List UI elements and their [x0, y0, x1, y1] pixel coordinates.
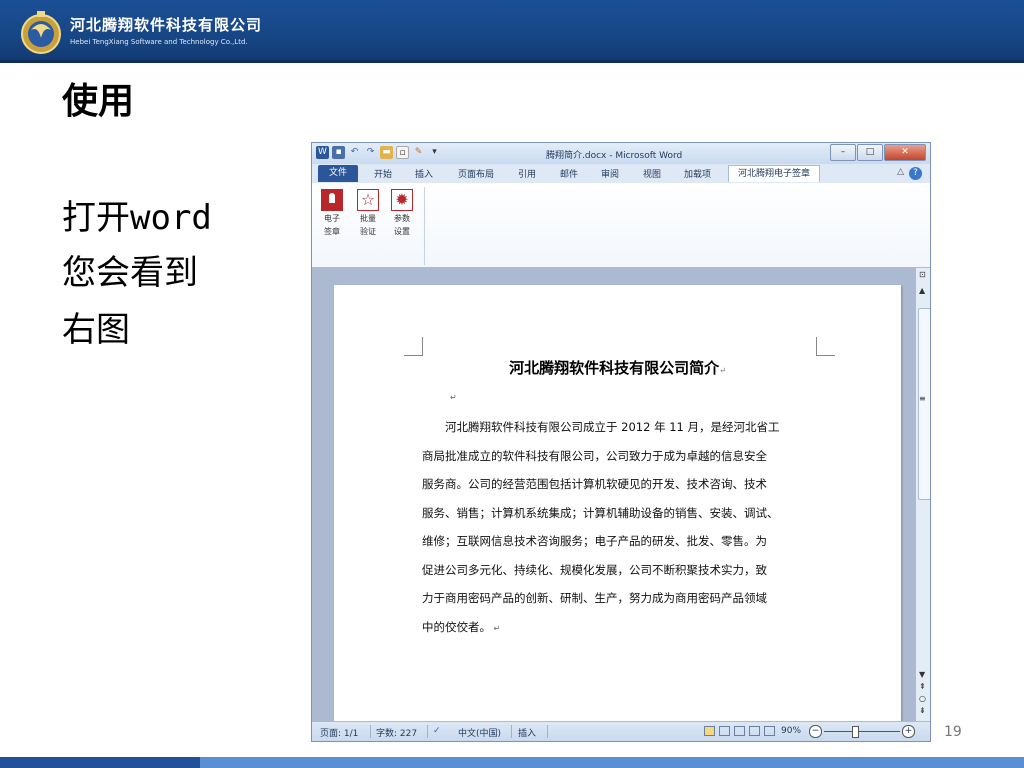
document-line: 中的佼佼者。 ↵	[422, 619, 501, 634]
word-app-icon[interactable]: W	[316, 146, 329, 159]
footer-accent	[0, 757, 200, 768]
window-controls: – □ ✕	[830, 144, 926, 161]
vertical-scrollbar[interactable]: ⊡ ▲ ≡ ▼ ⇞ ○ ⇟	[915, 268, 930, 721]
word-window: W ▪ ↶ ↷ ▬ ▫ ✎ ▾ 腾翔简介.docx - Microsoft Wo…	[311, 142, 931, 742]
crop-mark-right	[816, 337, 835, 356]
status-divider	[547, 725, 548, 738]
slide-page-number: 19	[944, 724, 962, 740]
ribbon-label: 验证	[360, 227, 376, 236]
next-page-icon[interactable]: ⇟	[919, 706, 926, 715]
bullet-right-figure: 右图	[62, 310, 130, 350]
ribbon-label: 设置	[394, 227, 410, 236]
zoom-out-icon[interactable]: −	[809, 725, 822, 738]
scroll-down-icon[interactable]: ▼	[919, 670, 925, 679]
proofing-icon[interactable]: ✓	[433, 726, 441, 736]
outline-icon[interactable]	[749, 726, 760, 736]
page-count[interactable]: 页面: 1/1	[320, 726, 358, 739]
ribbon-label: 批量	[360, 214, 376, 223]
ruler-toggle-icon[interactable]: ⊡	[919, 270, 926, 279]
header-divider	[0, 60, 1024, 63]
zoom-slider-thumb[interactable]	[852, 726, 859, 738]
document-line: 力于商用密码产品的创新、研制、生产，努力成为商用密码产品领域	[422, 591, 767, 605]
document-line: 商局批准成立的软件科技有限公司，公司致力于成为卓越的信息安全	[422, 448, 767, 463]
full-screen-reading-icon[interactable]	[719, 726, 730, 736]
document-area: 河北腾翔软件科技有限公司简介↵ ↵ 河北腾翔软件科技有限公司成立于 2012 年…	[312, 268, 915, 725]
tab-addins[interactable]: 加载项	[684, 167, 711, 180]
ribbon-label: 签章	[324, 227, 340, 236]
ribbon-tabs: 文件 开始 插入 页面布局 引用 邮件 审阅 视图 加载项 河北腾翔电子签章 △…	[312, 164, 930, 183]
slide-title: 使用	[62, 81, 135, 122]
company-name-en: Hebei TengXiang Software and Technology …	[70, 38, 248, 46]
ribbon-label: 电子	[324, 214, 340, 223]
document-line: 服务、销售；计算机系统集成；计算机辅助设备的销售、安装、调试、	[422, 505, 779, 520]
language-indicator[interactable]: 中文(中国)	[458, 726, 501, 739]
save-icon[interactable]: ▪	[332, 146, 345, 159]
seal-icon	[321, 189, 343, 211]
bullet-you-will-see: 您会看到	[62, 253, 198, 293]
tab-file[interactable]: 文件	[318, 165, 358, 182]
previous-page-icon[interactable]: ⇞	[919, 682, 926, 691]
help-icon[interactable]: ?	[909, 167, 922, 180]
ribbon-label: 参数	[394, 214, 410, 223]
window-title: 腾翔简介.docx - Microsoft Word	[546, 151, 683, 161]
gear-settings-icon: ✹	[391, 189, 413, 211]
company-name-cn: 河北腾翔软件科技有限公司	[70, 16, 263, 34]
bullet-open-word: 打开word	[62, 198, 212, 238]
crop-mark-left	[404, 337, 423, 356]
status-bar: 页面: 1/1 字数: 227 ✓ 中文(中国) 插入 90% − +	[312, 721, 930, 741]
undo-icon[interactable]: ↶	[348, 146, 361, 159]
tab-home[interactable]: 开始	[374, 167, 392, 180]
scroll-thumb[interactable]	[918, 308, 930, 500]
scroll-up-icon[interactable]: ▲	[919, 286, 925, 295]
customize-toolbar-icon[interactable]: ▾	[428, 146, 441, 159]
draft-icon[interactable]	[764, 726, 775, 736]
word-titlebar: W ▪ ↶ ↷ ▬ ▫ ✎ ▾ 腾翔简介.docx - Microsoft Wo…	[312, 143, 930, 164]
star-verify-icon: ☆	[357, 189, 379, 211]
tab-mailings[interactable]: 邮件	[560, 167, 578, 180]
document-line: 促进公司多元化、持续化、规模化发展，公司不断积聚技术实力，致	[422, 562, 767, 577]
status-divider	[427, 725, 428, 738]
tab-electronic-seal[interactable]: 河北腾翔电子签章	[728, 165, 820, 182]
scroll-grip-icon: ≡	[919, 394, 926, 403]
document-line: 河北腾翔软件科技有限公司成立于 2012 年 11 月，是经河北省工	[445, 420, 780, 434]
redo-icon[interactable]: ↷	[364, 146, 377, 159]
word-keyword: word	[130, 198, 212, 238]
tab-page-layout[interactable]: 页面布局	[458, 167, 494, 180]
print-layout-icon[interactable]	[704, 726, 715, 736]
electronic-seal-button[interactable]: 电子 签章	[318, 189, 346, 237]
document-page[interactable]: 河北腾翔软件科技有限公司简介↵ ↵ 河北腾翔软件科技有限公司成立于 2012 年…	[334, 285, 901, 725]
tab-review[interactable]: 审阅	[601, 167, 619, 180]
document-heading: 河北腾翔软件科技有限公司简介↵	[509, 359, 726, 377]
ribbon-panel: 电子 签章 ☆ 批量 验证 ✹ 参数 设置	[312, 183, 930, 268]
document-line: 维修；互联网信息技术咨询服务；电子产品的研发、批发、零售。为	[422, 534, 767, 548]
tab-references[interactable]: 引用	[518, 167, 536, 180]
parameter-settings-button[interactable]: ✹ 参数 设置	[388, 189, 416, 237]
batch-verify-button[interactable]: ☆ 批量 验证	[354, 189, 382, 237]
web-layout-icon[interactable]	[734, 726, 745, 736]
tab-insert[interactable]: 插入	[415, 167, 433, 180]
minimize-icon[interactable]: –	[830, 144, 856, 161]
status-divider	[370, 725, 371, 738]
close-icon[interactable]: ✕	[884, 144, 926, 161]
insert-mode[interactable]: 插入	[518, 726, 536, 739]
open-folder-icon[interactable]: ▬	[380, 146, 393, 159]
word-count[interactable]: 字数: 227	[376, 726, 417, 739]
quick-access-toolbar: W ▪ ↶ ↷ ▬ ▫ ✎ ▾	[316, 146, 441, 159]
paragraph-mark: ↵	[450, 393, 457, 402]
zoom-slider[interactable]	[824, 731, 900, 732]
tab-view[interactable]: 视图	[643, 167, 661, 180]
document-body: 河北腾翔软件科技有限公司成立于 2012 年 11 月，是经河北省工 商局批准成…	[422, 413, 822, 643]
status-divider	[511, 725, 512, 738]
ribbon-group-divider	[424, 187, 425, 265]
zoom-in-icon[interactable]: +	[902, 725, 915, 738]
document-line: 服务商。公司的经营范围包括计算机软硬见的开发、技术咨询、技术	[422, 477, 767, 491]
company-logo-icon	[21, 11, 61, 54]
maximize-icon[interactable]: □	[857, 144, 883, 161]
ribbon-collapse-icon[interactable]: △	[897, 167, 904, 177]
zoom-level[interactable]: 90%	[781, 726, 801, 736]
browse-object-icon[interactable]: ○	[919, 694, 926, 703]
format-painter-icon[interactable]: ✎	[412, 146, 425, 159]
new-document-icon[interactable]: ▫	[396, 146, 409, 159]
